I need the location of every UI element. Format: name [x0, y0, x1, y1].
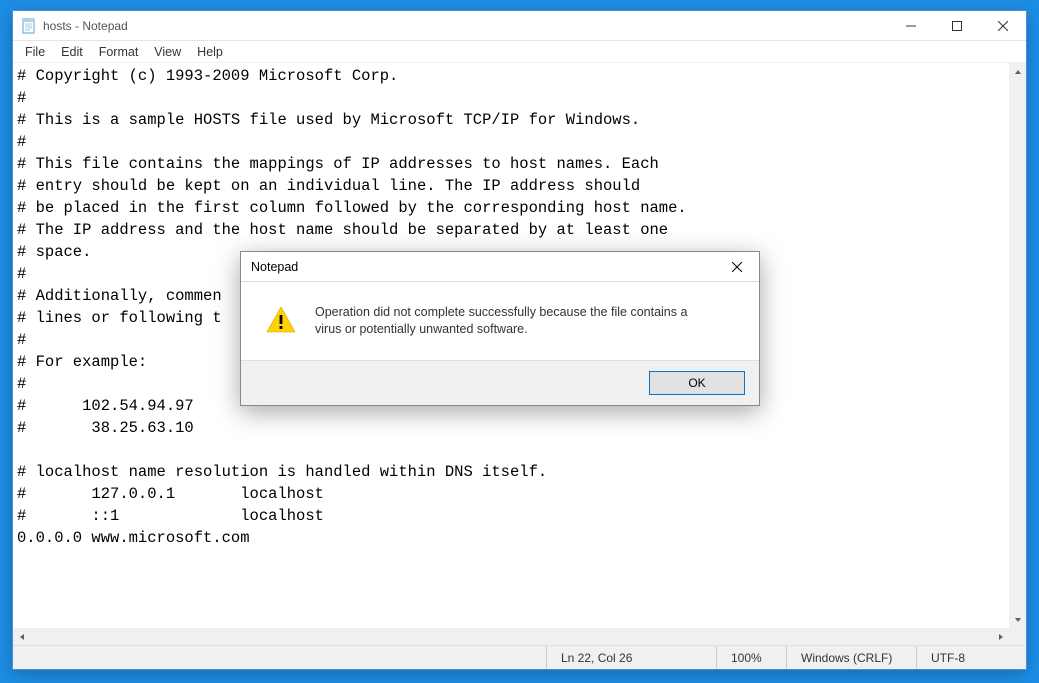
scrollbar-corner [1009, 628, 1026, 645]
scroll-up-button[interactable] [1009, 63, 1026, 80]
status-zoom: 100% [716, 646, 786, 669]
dialog-button-row: OK [241, 360, 759, 405]
statusbar: Ln 22, Col 26 100% Windows (CRLF) UTF-8 [13, 645, 1026, 669]
warning-icon [265, 304, 297, 336]
dialog-title: Notepad [251, 260, 714, 274]
statusbar-spacer [13, 646, 546, 669]
dialog-titlebar[interactable]: Notepad [241, 252, 759, 282]
ok-button[interactable]: OK [649, 371, 745, 395]
menu-view[interactable]: View [146, 43, 189, 61]
maximize-button[interactable] [934, 11, 980, 40]
notepad-icon [21, 18, 37, 34]
scroll-right-button[interactable] [992, 628, 1009, 645]
window-title: hosts - Notepad [43, 19, 888, 33]
error-dialog: Notepad Operation did not complete succe… [240, 251, 760, 406]
menu-edit[interactable]: Edit [53, 43, 91, 61]
menu-help[interactable]: Help [189, 43, 231, 61]
minimize-button[interactable] [888, 11, 934, 40]
scroll-down-button[interactable] [1009, 611, 1026, 628]
menubar: File Edit Format View Help [13, 41, 1026, 63]
scroll-left-button[interactable] [13, 628, 30, 645]
dialog-close-button[interactable] [714, 252, 759, 282]
menu-format[interactable]: Format [91, 43, 147, 61]
menu-file[interactable]: File [17, 43, 53, 61]
status-cursor-position: Ln 22, Col 26 [546, 646, 716, 669]
close-button[interactable] [980, 11, 1026, 40]
status-encoding: UTF-8 [916, 646, 1026, 669]
dialog-body: Operation did not complete successfully … [241, 282, 759, 360]
titlebar[interactable]: hosts - Notepad [13, 11, 1026, 41]
scroll-track-horizontal[interactable] [30, 628, 992, 645]
status-line-ending: Windows (CRLF) [786, 646, 916, 669]
window-controls [888, 11, 1026, 40]
horizontal-scrollbar[interactable] [13, 628, 1026, 645]
dialog-message: Operation did not complete successfully … [315, 304, 715, 338]
scroll-track-vertical[interactable] [1009, 80, 1026, 611]
vertical-scrollbar[interactable] [1009, 63, 1026, 628]
